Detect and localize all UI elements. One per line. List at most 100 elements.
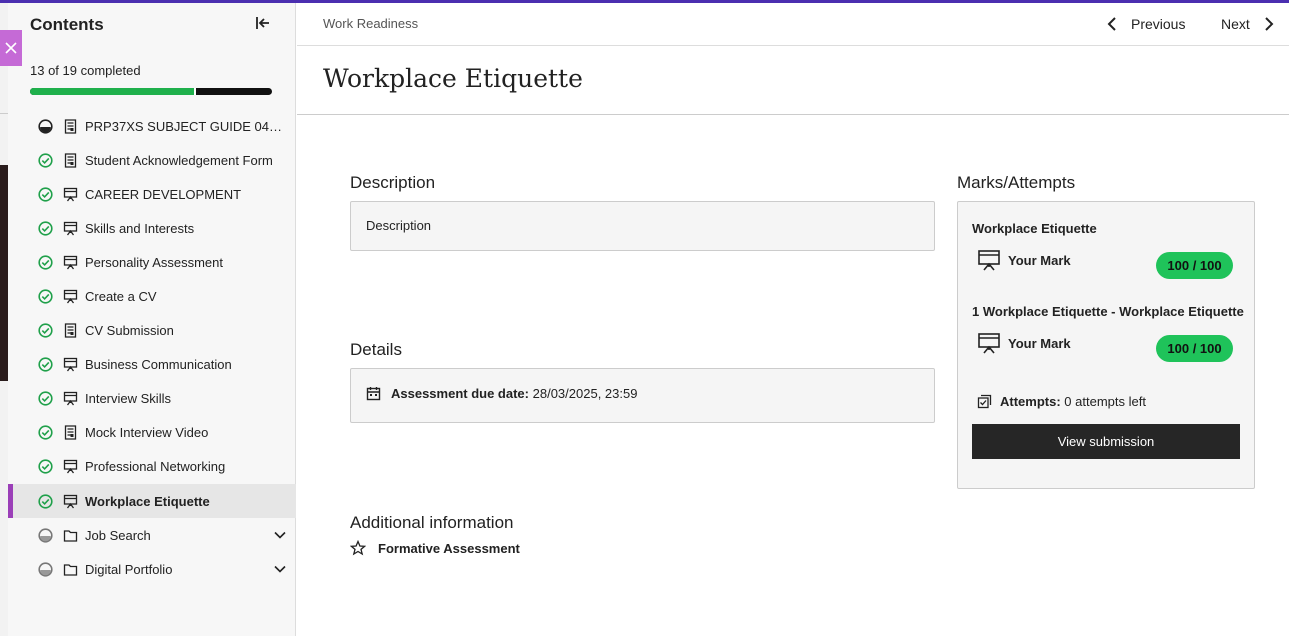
- sidebar-item-label: Mock Interview Video: [85, 425, 209, 441]
- sidebar-item[interactable]: Student Acknowledgement Form: [8, 143, 296, 177]
- attempts-icon: [977, 394, 992, 409]
- folder-icon: [63, 562, 78, 577]
- completed-check-icon: [38, 357, 53, 372]
- description-heading: Description: [350, 173, 436, 192]
- formative-assessment-item: Formative Assessment: [350, 540, 520, 556]
- sidebar-item[interactable]: CV Submission: [8, 314, 296, 348]
- sidebar-item[interactable]: Mock Interview Video: [8, 416, 296, 450]
- document-icon: [63, 152, 78, 168]
- completed-check-icon: [38, 425, 53, 440]
- sidebar-item-label: Interview Skills: [85, 391, 171, 407]
- marks-heading: Marks/Attempts: [957, 173, 1076, 192]
- content-list: PRP37XS SUBJECT GUIDE 04-04-... Student A…: [8, 109, 296, 586]
- details-box: Assessment due date: 28/03/2025, 23:59: [350, 368, 935, 423]
- assessment-icon: [63, 357, 78, 372]
- sidebar-item[interactable]: Business Communication: [8, 348, 296, 382]
- close-panel-button[interactable]: [0, 30, 22, 66]
- sidebar-item[interactable]: Skills and Interests: [8, 211, 296, 245]
- next-label: Next: [1221, 16, 1250, 32]
- completed-check-icon: [38, 323, 53, 338]
- document-icon: [63, 323, 78, 338]
- score-badge: 100 / 100: [1156, 252, 1233, 279]
- close-icon: [5, 42, 17, 54]
- sidebar-item-label: Personality Assessment: [85, 254, 224, 270]
- assessment-icon: [63, 494, 78, 509]
- progress-text: 13 of 19 completed: [30, 63, 141, 78]
- additional-info-heading: Additional information: [350, 513, 514, 532]
- description-text: Description: [366, 218, 432, 233]
- contents-sidebar: Contents 13 of 19 completed PRP37XS SUBJ…: [8, 3, 296, 636]
- page-title: Workplace Etiquette: [323, 64, 583, 93]
- collapse-sidebar-button[interactable]: [254, 14, 272, 32]
- marks-panel: Workplace Etiquette Your Mark 100 / 100 …: [957, 201, 1255, 489]
- assessment-icon: [63, 391, 78, 406]
- completed-check-icon: [38, 187, 53, 202]
- peek-divider: [0, 113, 8, 114]
- details-heading: Details: [350, 340, 402, 359]
- sidebar-item-label: Student Acknowledgement Form: [85, 152, 273, 168]
- score-badge: 100 / 100: [1156, 335, 1233, 362]
- assessment-icon: [977, 248, 1001, 272]
- star-icon: [350, 540, 366, 556]
- formative-assessment-label: Formative Assessment: [378, 540, 520, 556]
- breadcrumb[interactable]: Work Readiness: [323, 16, 418, 31]
- due-label: Assessment due date:: [391, 386, 529, 401]
- sidebar-title: Contents: [30, 15, 104, 34]
- previous-label: Previous: [1131, 16, 1186, 32]
- sidebar-item[interactable]: Personality Assessment: [8, 245, 296, 279]
- completed-check-icon: [38, 255, 53, 270]
- sidebar-item[interactable]: Interview Skills: [8, 382, 296, 416]
- completed-check-icon: [38, 391, 53, 406]
- sidebar-item[interactable]: Professional Networking: [8, 450, 296, 484]
- sidebar-item[interactable]: Digital Portfolio: [8, 552, 296, 586]
- sidebar-item[interactable]: Create a CV: [8, 279, 296, 313]
- sidebar-item[interactable]: Job Search: [8, 518, 296, 552]
- folder-icon: [63, 528, 78, 543]
- progress-bar: [30, 88, 272, 95]
- chevron-left-icon: [1107, 17, 1116, 31]
- sidebar-item-label: Create a CV: [85, 289, 157, 305]
- assessment-icon: [977, 331, 1001, 355]
- completed-check-icon: [38, 289, 53, 304]
- sidebar-item[interactable]: Workplace Etiquette: [8, 484, 296, 519]
- your-mark-label: Your Mark: [1008, 336, 1071, 351]
- sidebar-item[interactable]: CAREER DEVELOPMENT: [8, 177, 296, 211]
- peek-image: [0, 165, 8, 381]
- progress-fill: [30, 88, 196, 95]
- title-bar: Workplace Etiquette: [297, 46, 1289, 115]
- mark-entry-title: Workplace Etiquette: [972, 221, 1097, 236]
- assessment-icon: [63, 289, 78, 304]
- due-date: Assessment due date: 28/03/2025, 23:59: [366, 386, 637, 401]
- previous-button[interactable]: Previous: [1107, 13, 1185, 35]
- attempts-value: 0 attempts left: [1064, 394, 1146, 409]
- sidebar-item-label: Skills and Interests: [85, 220, 195, 236]
- assessment-icon: [63, 459, 78, 474]
- chevron-down-icon[interactable]: [273, 562, 287, 576]
- sidebar-item-label: CAREER DEVELOPMENT: [85, 186, 242, 202]
- completed-check-icon: [38, 221, 53, 236]
- progress-status-icon: [38, 528, 53, 543]
- assessment-icon: [63, 187, 78, 202]
- sidebar-item-label: Professional Networking: [85, 459, 226, 475]
- view-submission-button[interactable]: View submission: [972, 424, 1240, 459]
- progress-status-icon: [38, 562, 53, 577]
- assessment-icon: [63, 221, 78, 236]
- attempts-info: Attempts: 0 attempts left: [977, 394, 1146, 409]
- your-mark-label: Your Mark: [1008, 253, 1071, 268]
- sidebar-item-label: Digital Portfolio: [85, 561, 173, 577]
- sidebar-item[interactable]: PRP37XS SUBJECT GUIDE 04-04-...: [8, 109, 296, 143]
- calendar-icon: [366, 387, 381, 401]
- chevron-right-icon: [1265, 17, 1274, 31]
- background-page-peek: [0, 3, 8, 636]
- completed-check-icon: [38, 459, 53, 475]
- collapse-left-icon: [256, 17, 269, 29]
- top-bar: Work Readiness Previous Next: [297, 3, 1289, 46]
- completed-check-icon: [38, 493, 53, 509]
- completed-check-icon: [38, 153, 53, 168]
- main-content: Work Readiness Previous Next Workplace E…: [297, 3, 1289, 636]
- next-button[interactable]: Next: [1221, 13, 1274, 35]
- chevron-down-icon[interactable]: [273, 528, 287, 542]
- sidebar-item-label: PRP37XS SUBJECT GUIDE 04-04-...: [85, 118, 285, 134]
- sidebar-item-label: Business Communication: [85, 357, 232, 373]
- assessment-icon: [63, 255, 78, 270]
